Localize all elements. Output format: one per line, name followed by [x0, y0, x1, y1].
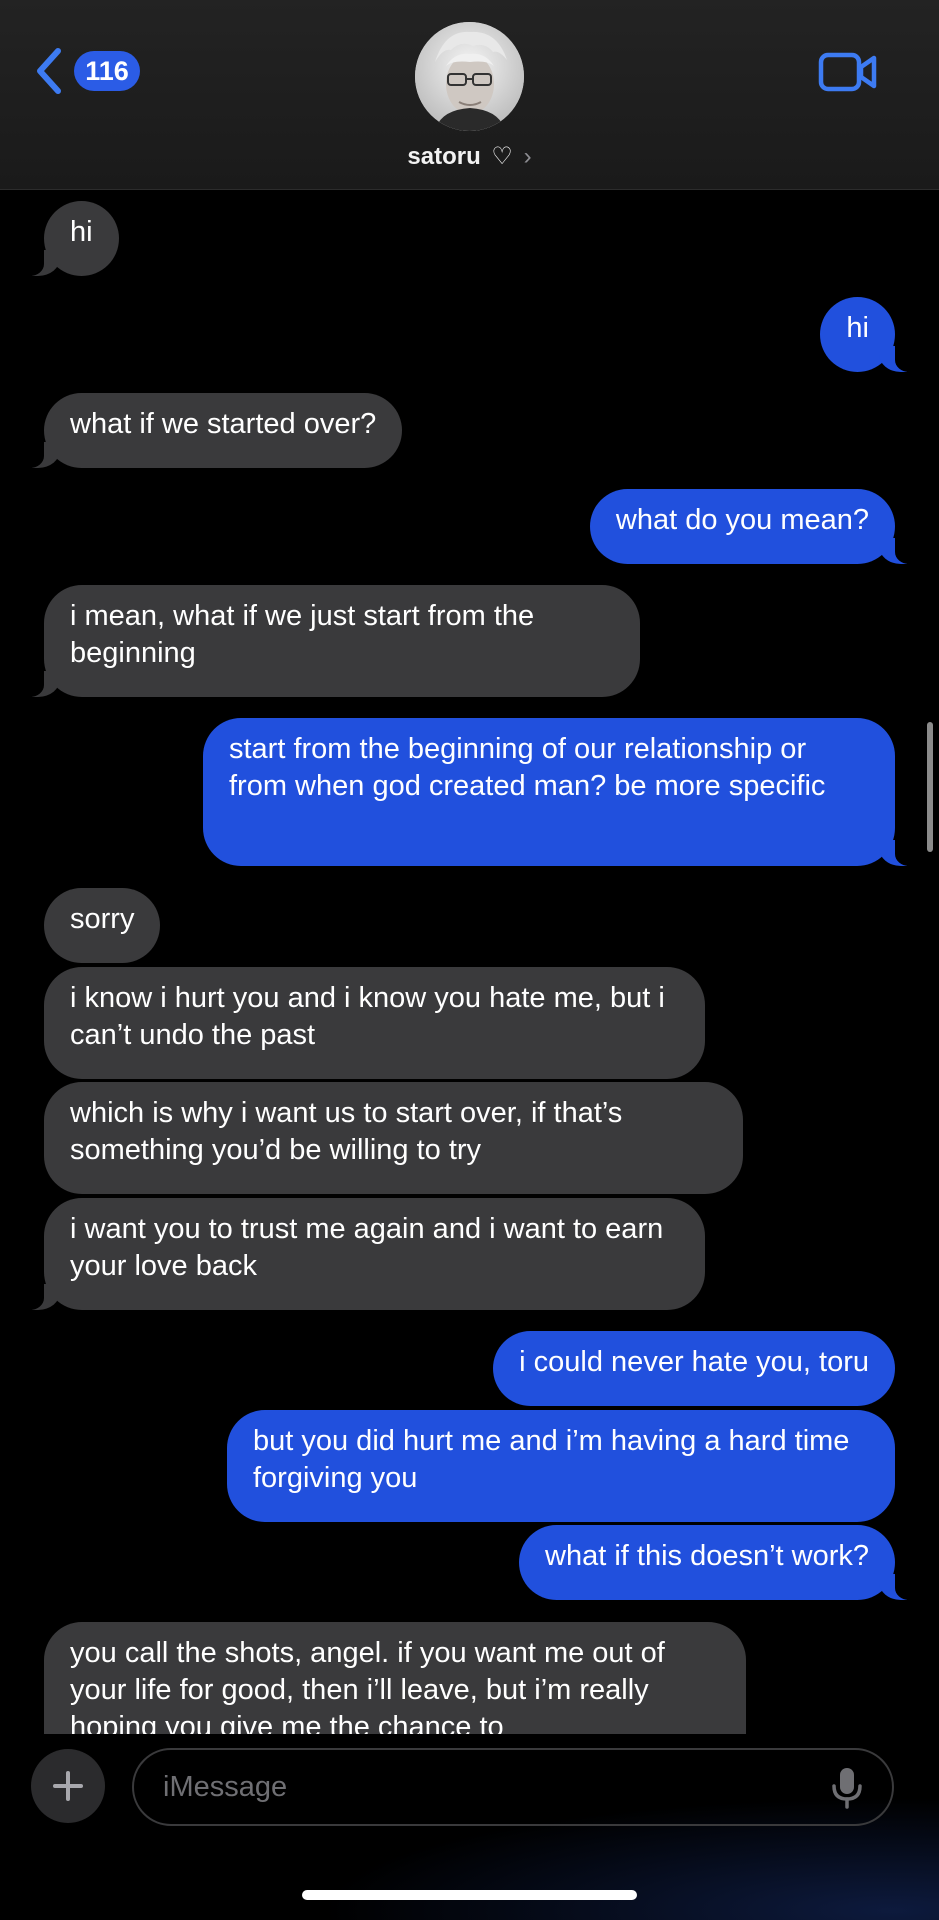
microphone-icon: [832, 1768, 862, 1809]
back-button[interactable]: 116: [34, 46, 140, 96]
message-bubble-received[interactable]: what if we started over?: [21, 393, 403, 468]
message-bubble-sent[interactable]: hi: [820, 297, 917, 372]
chevron-left-icon: [37, 48, 61, 94]
message-bubble-received[interactable]: hi: [22, 201, 119, 276]
message-input-box[interactable]: [132, 1748, 894, 1826]
message-bubble-sent[interactable]: but you did hurt me and i’m having a har…: [227, 1410, 895, 1522]
message-bubble-received[interactable]: i mean, what if we just start from the b…: [22, 585, 640, 697]
message-bubble-sent[interactable]: what if this doesn’t work?: [519, 1525, 917, 1600]
message-bubble-sent[interactable]: i could never hate you, toru: [493, 1331, 895, 1406]
scrollbar[interactable]: [927, 722, 933, 852]
contact-name: satoru: [407, 143, 481, 170]
message-bubble-received[interactable]: i know i hurt you and i know you hate me…: [44, 967, 705, 1079]
message-bubble-sent[interactable]: what do you mean?: [589, 489, 918, 564]
video-camera-icon: [818, 52, 877, 92]
video-call-button[interactable]: [818, 50, 878, 99]
message-input[interactable]: [161, 1769, 805, 1805]
dictation-button[interactable]: [830, 1766, 864, 1815]
chevron-right-icon: ›: [523, 143, 532, 170]
home-indicator[interactable]: [302, 1890, 637, 1900]
message-thread[interactable]: hi hi what if we started over? what do y…: [0, 189, 939, 1734]
message-bubble-received[interactable]: which is why i want us to start over, if…: [44, 1082, 743, 1194]
message-bubble-received[interactable]: i want you to trust me again and i want …: [22, 1198, 705, 1310]
plus-icon: [53, 1771, 83, 1801]
contact-avatar[interactable]: [415, 22, 524, 131]
contact-name-button[interactable]: satoru ♡ ›: [0, 142, 939, 171]
heart-icon: ♡: [491, 143, 513, 170]
message-bubble-received[interactable]: sorry: [44, 888, 161, 963]
conversation-header: 116 satoru ♡ ›: [0, 0, 939, 190]
apps-button[interactable]: [31, 1749, 105, 1823]
message-bubble-sent[interactable]: start from the beginning of our relation…: [203, 718, 917, 866]
message-bubble-received[interactable]: you call the shots, angel. if you want m…: [44, 1622, 746, 1734]
unread-count-badge: 116: [74, 51, 140, 91]
